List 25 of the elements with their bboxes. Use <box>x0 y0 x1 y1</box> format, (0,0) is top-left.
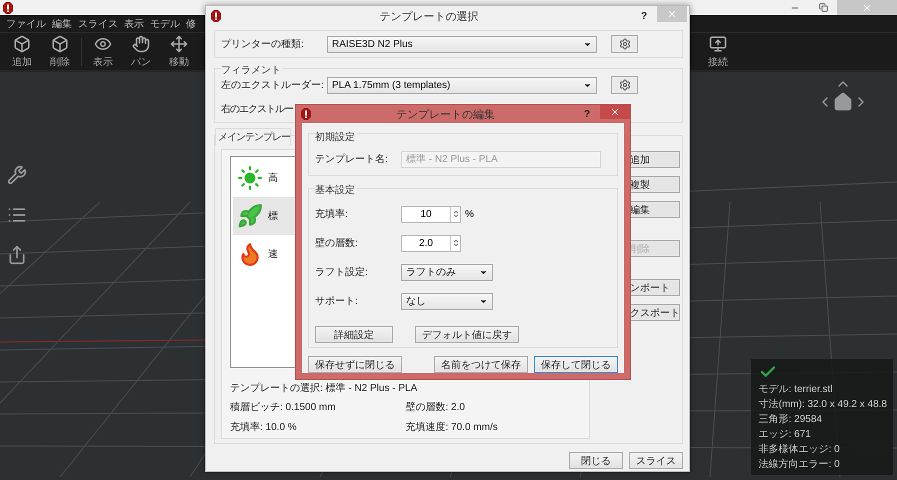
info-line: エッジ: 671 <box>758 428 812 441</box>
detail-text: 充填率: 10.0 % <box>230 420 298 434</box>
detail-text: 充填速度: 70.0 mm/s <box>406 420 499 434</box>
field-label: 充填率: <box>315 208 349 221</box>
field-label: プリンターの種類: <box>221 38 305 51</box>
group-title: 初期設定 <box>315 130 357 144</box>
field-label: 壁の層数: <box>315 236 359 250</box>
field-label: 右のエクストルー <box>221 103 293 116</box>
group-title: 基本設定 <box>315 183 357 197</box>
detail-text: 積層ピッチ: 0.1500 mm <box>230 400 337 414</box>
info-line: 法線方向エラー: 0 <box>758 458 841 471</box>
group-title: フィラメント <box>221 63 283 77</box>
selection-text: テンプレートの選択: 標準 - N2 Plus - PLA <box>230 382 418 395</box>
dialog-title: テンプレートの編集 <box>396 108 495 122</box>
info-line: 寸法(mm): 32.0 x 49.2 x 48.8 <box>758 398 887 411</box>
field-label: ラフト設定: <box>315 266 369 279</box>
unit-label: % <box>465 208 474 220</box>
dialog-title: テンプレートの選択 <box>380 10 478 24</box>
detail-text: 壁の層数: 2.0 <box>406 400 466 414</box>
field-label: テンプレート名: <box>315 152 389 166</box>
info-line: モデル: terrier.stl <box>758 383 834 396</box>
info-line: 非多様体エッジ: 0 <box>758 443 841 456</box>
field-label: 左のエクストルーダー: <box>221 79 325 92</box>
info-line: 三角形: 29584 <box>758 413 823 426</box>
field-label: サポート: <box>315 295 359 308</box>
